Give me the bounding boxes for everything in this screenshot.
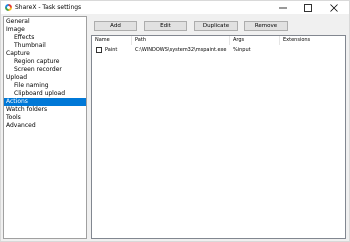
nav-item-file-naming[interactable]: File naming bbox=[4, 82, 86, 90]
nav-item-region-capture[interactable]: Region capture bbox=[4, 58, 86, 66]
nav-item-label: Capture bbox=[6, 50, 30, 57]
nav-item-watch-folders[interactable]: Watch folders bbox=[4, 106, 86, 114]
nav-item-label: Clipboard upload bbox=[14, 90, 65, 97]
close-icon bbox=[330, 3, 338, 12]
window-content: General Image Effects Thumbnail Capture … bbox=[1, 14, 349, 241]
maximize-button[interactable] bbox=[296, 1, 320, 14]
remove-button[interactable]: Remove bbox=[244, 21, 288, 31]
nav-item-label: Effects bbox=[14, 34, 35, 41]
sharex-logo-icon bbox=[5, 4, 12, 11]
nav-item-label: Thumbnail bbox=[14, 42, 46, 49]
settings-nav-tree[interactable]: General Image Effects Thumbnail Capture … bbox=[3, 16, 87, 239]
nav-item-tools[interactable]: Tools bbox=[4, 114, 86, 122]
add-button[interactable]: Add bbox=[94, 21, 137, 31]
minimize-button[interactable] bbox=[271, 1, 295, 14]
action-enabled-checkbox[interactable] bbox=[96, 47, 102, 53]
nav-item-actions[interactable]: Actions bbox=[4, 98, 86, 106]
action-path: C:\WINDOWS\system32\mspaint.exe bbox=[135, 47, 227, 53]
nav-item-general[interactable]: General bbox=[4, 18, 86, 26]
actions-list[interactable]: Name Path Args Extensions Paint C:\WINDO… bbox=[91, 35, 346, 239]
action-name: Paint bbox=[105, 47, 118, 53]
nav-item-screen-recorder[interactable]: Screen recorder bbox=[4, 66, 86, 74]
nav-item-label: Advanced bbox=[6, 122, 36, 129]
list-header: Name Path Args Extensions bbox=[92, 36, 345, 45]
column-header-path[interactable]: Path bbox=[132, 36, 230, 45]
nav-item-label: Tools bbox=[6, 114, 21, 121]
action-args: %input bbox=[233, 47, 251, 53]
nav-item-label: Watch folders bbox=[6, 106, 48, 113]
close-button[interactable] bbox=[322, 1, 346, 14]
task-settings-window: ShareX - Task settings General Image Eff… bbox=[0, 0, 350, 242]
nav-item-advanced[interactable]: Advanced bbox=[4, 122, 86, 130]
column-header-name[interactable]: Name bbox=[92, 36, 132, 45]
nav-item-image[interactable]: Image bbox=[4, 26, 86, 34]
nav-item-effects[interactable]: Effects bbox=[4, 34, 86, 42]
nav-item-label: Region capture bbox=[14, 58, 60, 65]
nav-item-capture[interactable]: Capture bbox=[4, 50, 86, 58]
nav-item-label: File naming bbox=[14, 82, 49, 89]
column-header-extensions[interactable]: Extensions bbox=[280, 36, 340, 45]
maximize-icon bbox=[304, 3, 312, 12]
nav-item-label: Image bbox=[6, 26, 25, 33]
actions-panel: Add Edit Duplicate Remove Name Path Args… bbox=[90, 16, 347, 239]
column-header-args[interactable]: Args bbox=[230, 36, 280, 45]
nav-item-label: General bbox=[6, 18, 30, 25]
minimize-icon bbox=[279, 7, 287, 8]
list-item[interactable]: Paint C:\WINDOWS\system32\mspaint.exe %i… bbox=[92, 46, 345, 54]
nav-item-label: Upload bbox=[6, 74, 28, 81]
nav-item-thumbnail[interactable]: Thumbnail bbox=[4, 42, 86, 50]
nav-item-label: Screen recorder bbox=[14, 66, 62, 73]
window-title: ShareX - Task settings bbox=[15, 4, 82, 11]
nav-item-upload[interactable]: Upload bbox=[4, 74, 86, 82]
edit-button[interactable]: Edit bbox=[144, 21, 187, 31]
duplicate-button[interactable]: Duplicate bbox=[194, 21, 238, 31]
title-bar[interactable]: ShareX - Task settings bbox=[1, 1, 349, 14]
nav-item-clipboard-upload[interactable]: Clipboard upload bbox=[4, 90, 86, 98]
nav-item-label: Actions bbox=[6, 98, 28, 105]
